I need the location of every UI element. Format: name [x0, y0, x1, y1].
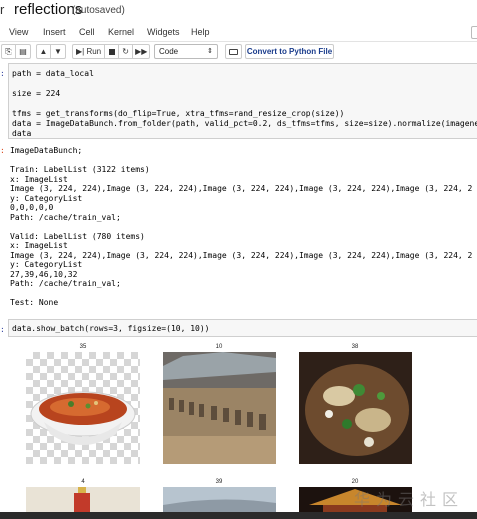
menu-widgets[interactable]: Widgets [147, 27, 180, 37]
fast-forward-icon[interactable]: ▶▶ [133, 45, 149, 58]
select-caret-icon: ⇕ [207, 48, 213, 55]
terracotta-army-icon [163, 352, 276, 464]
thumb-image-1 [26, 352, 140, 464]
copy-icon[interactable]: ⎘ [2, 45, 16, 58]
restart-icon[interactable]: ↻ [119, 45, 134, 58]
run-icon: ▶| [76, 47, 87, 56]
code-line-1: path = data_local [12, 69, 94, 78]
thumb-label-5: 39 [215, 479, 223, 485]
lantern-icon [74, 487, 90, 512]
keyboard-icon [229, 48, 238, 55]
paste-icon[interactable]: ▤ [16, 45, 30, 58]
kernel-indicator [471, 26, 477, 39]
convert-to-python-button[interactable]: Convert to Python File [245, 44, 334, 59]
run-button-group: ▶| Run ↻ ▶▶ [72, 44, 151, 59]
menu-view[interactable]: View [9, 27, 28, 37]
edit-button-group: ⎘ ▤ [1, 44, 31, 59]
thumb-label-4: 4 [81, 479, 85, 485]
watermark-text: 华为云社区 [354, 490, 465, 509]
stir-fry-dish-icon [299, 352, 412, 464]
thumb-label-2: 10 [215, 344, 223, 350]
notebook-header: r reflections (autosaved) [0, 0, 477, 22]
cell2-in-prompt: : [0, 325, 5, 334]
run-button[interactable]: ▶| Run [73, 45, 106, 58]
thumb-label-6: 20 [351, 479, 359, 485]
cell1-out-prompt: : [0, 146, 5, 155]
toolbar: ⎘ ▤ ▲ ▼ ▶| Run ↻ ▶▶ Code ⇕ Convert to Py… [0, 42, 477, 62]
code-line-3: tfms = get_transforms(do_flip=True, xtra… [12, 109, 345, 118]
cell1-in-prompt: : [0, 69, 5, 78]
code-cell-2[interactable]: data.show_batch(rows=3, figsize=(10, 10)… [8, 319, 477, 337]
cell-type-value: Code [159, 47, 179, 56]
noodle-bowl-icon [30, 391, 136, 445]
move-down-icon[interactable]: ▼ [51, 45, 65, 58]
thumb-image-3 [299, 352, 412, 464]
thumb-image-4 [26, 487, 140, 512]
thumb-label-1: 35 [79, 344, 87, 350]
thumb-image-2 [163, 352, 276, 464]
move-up-icon[interactable]: ▲ [37, 45, 51, 58]
menu-kernel[interactable]: Kernel [108, 27, 134, 37]
menu-insert[interactable]: Insert [43, 27, 66, 37]
stop-icon[interactable] [105, 45, 120, 58]
sky-scene-icon [163, 487, 276, 512]
code-line-show-batch: data.show_batch(rows=3, figsize=(10, 10)… [12, 324, 210, 333]
code-cell-1[interactable]: path = data_local size = 224 tfms = get_… [8, 63, 477, 139]
thumb-label-3: 38 [351, 344, 359, 350]
run-label: Run [86, 47, 102, 56]
autosave-status: (autosaved) [72, 5, 125, 16]
thumb-image-5 [163, 487, 276, 512]
cell1-output: ImageDataBunch; Train: LabelList (3122 i… [10, 146, 473, 307]
jupyter-logo-fragment: r [0, 2, 5, 17]
code-line-4: data = ImageDataBunch.from_folder(path, … [12, 119, 477, 128]
move-button-group: ▲ ▼ [36, 44, 66, 59]
code-line-2: size = 224 [12, 89, 61, 98]
keyboard-shortcuts-button[interactable] [225, 44, 242, 59]
menu-cell[interactable]: Cell [79, 27, 95, 37]
bottom-bar [0, 512, 477, 519]
menu-bar: View Insert Cell Kernel Widgets Help [0, 24, 477, 42]
menu-help[interactable]: Help [191, 27, 210, 37]
cell-type-select[interactable]: Code ⇕ [154, 44, 218, 59]
code-line-5: data [12, 129, 32, 138]
